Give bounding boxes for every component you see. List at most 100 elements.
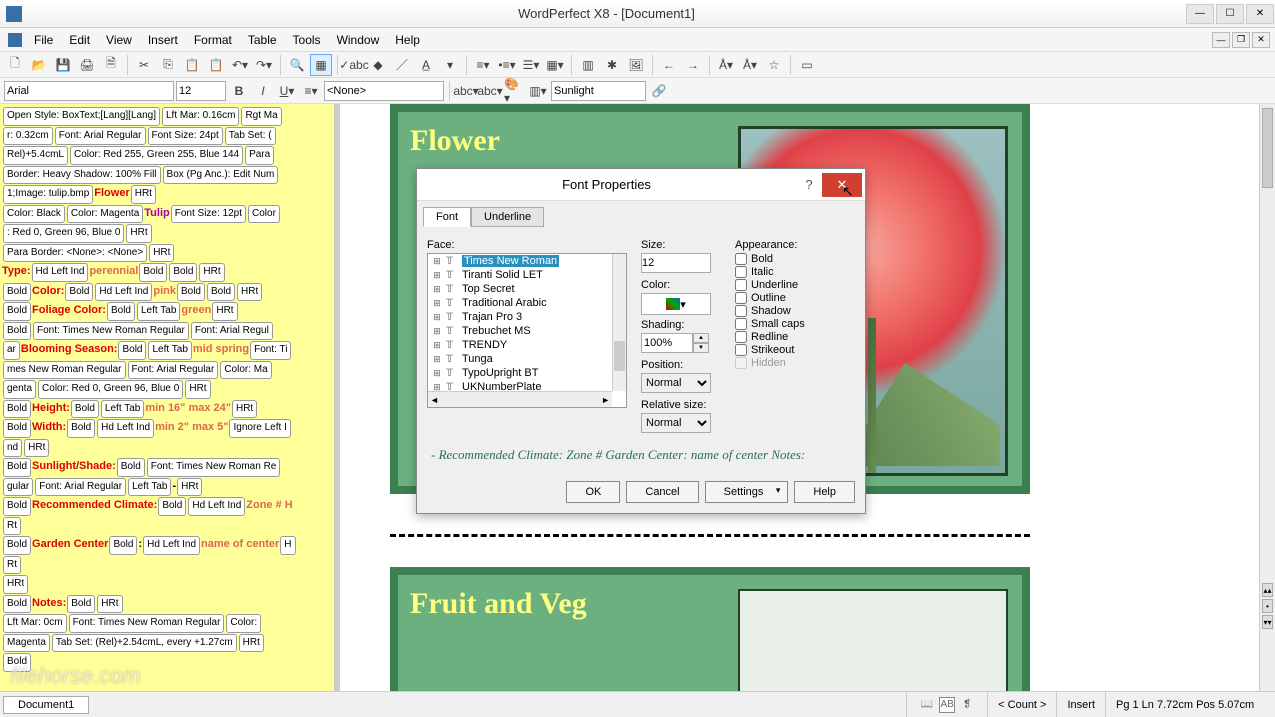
zoom-icon[interactable]: 🔍 [286,54,308,76]
scroll-pageup-icon[interactable]: ▴▴ [1262,583,1273,597]
menu-edit[interactable]: Edit [61,31,98,49]
dialog-help-icon[interactable]: ? [796,177,822,192]
ok-button[interactable]: OK [566,481,620,503]
reveal-codes-icon[interactable]: ▦ [310,54,332,76]
face-item[interactable]: ⊞𝕋Top Secret [428,282,626,296]
size-input[interactable] [641,253,711,273]
check-redline[interactable]: Redline [735,331,845,343]
menu-tools[interactable]: Tools [285,31,329,49]
new-icon[interactable]: 🗋 [4,54,26,76]
face-list-scrollbar[interactable] [612,254,626,391]
spinner-down-icon[interactable]: ▼ [693,343,709,353]
face-listbox[interactable]: ⊞𝕋Times New Roman⊞𝕋Tiranti Solid LET⊞𝕋To… [427,253,627,408]
check-shadow[interactable]: Shadow [735,305,845,317]
paste-icon[interactable]: 📋 [181,54,203,76]
textbox-icon[interactable]: A̲ [415,54,437,76]
scroll-pagedn-icon[interactable]: ▾▾ [1262,615,1273,629]
grammar-icon[interactable]: ◆ [367,54,389,76]
settings-button[interactable]: Settings [705,481,789,503]
face-item[interactable]: ⊞𝕋Trebuchet MS [428,324,626,338]
face-item[interactable]: ⊞𝕋Traditional Arabic [428,296,626,310]
italic-button[interactable]: I [252,80,274,102]
undo-icon[interactable]: ↶▾ [229,54,251,76]
image-icon[interactable]: 🖼 [625,54,647,76]
mdi-minimize-button[interactable]: — [1212,32,1230,48]
tab-underline[interactable]: Underline [471,207,544,227]
status-count[interactable]: < Count > [987,692,1056,717]
open-icon[interactable]: 📂 [28,54,50,76]
status-pilcrow-icon[interactable]: ❡ [959,697,975,713]
status-ab-icon[interactable]: AB [939,697,955,713]
menu-insert[interactable]: Insert [140,31,186,49]
spellcheck-icon[interactable]: ✓abc [343,54,365,76]
text-color-icon[interactable]: 🎨▾ [503,80,525,102]
status-insert[interactable]: Insert [1056,692,1105,717]
star-icon[interactable]: ☆ [763,54,785,76]
bullet-list-icon[interactable]: •≡▾ [496,54,518,76]
tab-font[interactable]: Font [423,207,471,227]
menu-format[interactable]: Format [186,31,240,49]
check-outline[interactable]: Outline [735,292,845,304]
menu-help[interactable]: Help [387,31,428,49]
copy-icon[interactable]: ⎘ [157,54,179,76]
abc-caps-icon[interactable]: abc▾ [479,80,501,102]
maximize-button[interactable]: ☐ [1216,4,1244,24]
back-icon[interactable]: ← [658,54,680,76]
minimize-button[interactable]: — [1186,4,1214,24]
misc-icon[interactable]: ▭ [796,54,818,76]
insert-link-icon[interactable]: 🔗 [648,80,670,102]
dialog-close-button[interactable]: ✕↖ [822,173,862,197]
color-picker-button[interactable]: ▾ [641,293,711,315]
style-selector[interactable] [324,81,444,101]
align-button[interactable]: ≡▾ [300,80,322,102]
menu-window[interactable]: Window [329,31,388,49]
font-selector[interactable] [4,81,174,101]
cancel-button[interactable]: Cancel [626,481,698,503]
doc-tab[interactable]: Document1 [3,696,89,714]
clipboard-icon[interactable]: 📋 [205,54,227,76]
menu-file[interactable]: File [26,31,61,49]
shading-input[interactable] [641,333,693,353]
table-icon[interactable]: ▦▾ [544,54,566,76]
underline-button[interactable]: U▾ [276,80,298,102]
bold-button[interactable]: B [228,80,250,102]
scroll-select-icon[interactable]: • [1262,599,1273,613]
abc-tool-icon[interactable]: Å▾ [715,54,737,76]
mdi-restore-button[interactable]: ❐ [1232,32,1250,48]
scheme-selector[interactable] [551,81,646,101]
close-button[interactable]: ✕ [1246,4,1274,24]
check-small-caps[interactable]: Small caps [735,318,845,330]
outline-icon[interactable]: ☰▾ [520,54,542,76]
snowflake-icon[interactable]: ✱ [601,54,623,76]
fill-color-icon[interactable]: ▥▾ [527,80,549,102]
check-italic[interactable]: Italic [735,266,845,278]
menu-table[interactable]: Table [240,31,285,49]
highlight-icon[interactable]: ▾ [439,54,461,76]
reveal-codes-panel[interactable]: Open Style: BoxText;[Lang][Lang]Lft Mar:… [0,104,340,691]
menu-view[interactable]: View [98,31,140,49]
scroll-thumb[interactable] [1262,108,1273,188]
face-item[interactable]: ⊞𝕋Times New Roman [428,254,626,268]
abc-strike-icon[interactable]: abc▾ [455,80,477,102]
help-button[interactable]: Help [794,481,855,503]
line-icon[interactable]: ／ [391,54,413,76]
vertical-scrollbar[interactable]: ▴▴ • ▾▾ [1259,104,1275,691]
face-item[interactable]: ⊞𝕋Tiranti Solid LET [428,268,626,282]
preview-icon[interactable]: 🗎 [100,54,122,76]
face-item[interactable]: ⊞𝕋Tunga [428,352,626,366]
abc2-tool-icon[interactable]: Å▾ [739,54,761,76]
numbered-list-icon[interactable]: ≡▾ [472,54,494,76]
print-icon[interactable]: 🖨 [76,54,98,76]
status-book-icon[interactable]: 📖 [919,697,935,713]
mdi-close-button[interactable]: ✕ [1252,32,1270,48]
check-strikeout[interactable]: Strikeout [735,344,845,356]
check-bold[interactable]: Bold [735,253,845,265]
position-select[interactable]: Normal [641,373,711,393]
redo-icon[interactable]: ↷▾ [253,54,275,76]
face-item[interactable]: ⊞𝕋TypoUpright BT [428,366,626,380]
save-icon[interactable]: 💾 [52,54,74,76]
face-item[interactable]: ⊞𝕋TRENDY [428,338,626,352]
relsize-select[interactable]: Normal [641,413,711,433]
fontsize-selector[interactable] [176,81,226,101]
spinner-up-icon[interactable]: ▲ [693,333,709,343]
